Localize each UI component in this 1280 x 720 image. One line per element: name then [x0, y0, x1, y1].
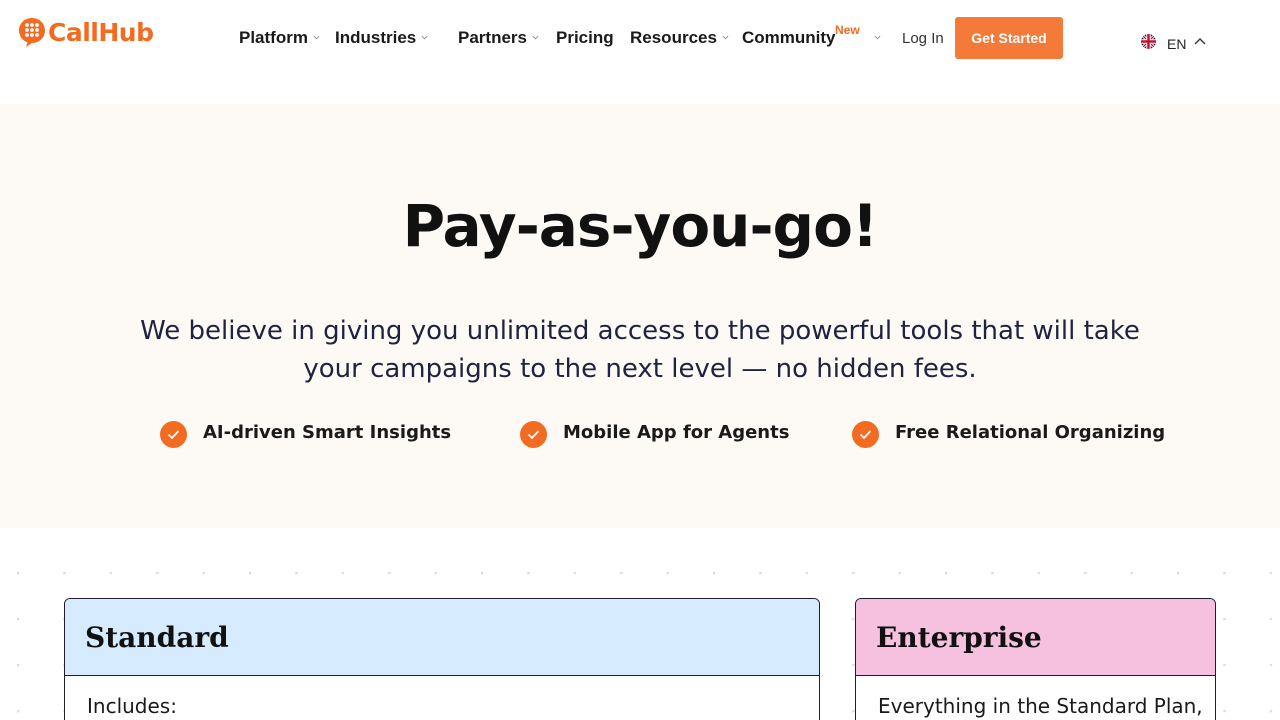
chevron-down-icon [421, 35, 428, 39]
chevron-down-icon [313, 35, 320, 39]
nav-label: Community [742, 28, 836, 47]
callhub-logo-icon [19, 18, 45, 47]
nav-label: Platform [239, 28, 308, 47]
feature-item: AI-driven Smart Insights [160, 417, 451, 448]
nav-resources[interactable]: Resources [630, 28, 729, 48]
chevron-down-icon [874, 35, 880, 39]
nav-label: Resources [630, 28, 717, 47]
new-badge: New [835, 23, 860, 37]
feature-item: Mobile App for Agents [520, 417, 789, 448]
callhub-logo[interactable]: CallHub [18, 17, 154, 48]
check-icon [160, 421, 187, 448]
nav-platform[interactable]: Platform [239, 28, 320, 48]
plan-description: Includes: [87, 694, 177, 718]
check-icon [520, 421, 547, 448]
nav-community[interactable]: Community New [742, 23, 881, 48]
page-title: Pay-as-you-go! [402, 192, 879, 260]
plan-card-enterprise: Enterprise Everything in the Standard Pl… [855, 598, 1216, 720]
language-selector[interactable]: EN [1141, 31, 1206, 52]
check-icon [852, 421, 879, 448]
feature-item: Free Relational Organizing [852, 417, 1165, 448]
feature-label: Free Relational Organizing [895, 422, 1166, 443]
pricing-hero: Pay-as-you-go! We believe in giving you … [0, 104, 1280, 528]
nav-partners[interactable]: Partners [458, 28, 539, 48]
language-code: EN [1167, 36, 1187, 52]
brand-name: CallHub [48, 18, 154, 47]
nav-industries[interactable]: Industries [335, 28, 428, 48]
login-link[interactable]: Log In [902, 30, 944, 47]
nav-label: Pricing [556, 28, 614, 47]
site-header: CallHub Platform Industries Partners Pri… [0, 0, 1280, 104]
feature-label: Mobile App for Agents [563, 422, 790, 443]
plan-card-header: Enterprise [856, 599, 1215, 676]
nav-pricing[interactable]: Pricing [556, 28, 614, 48]
chevron-down-icon [722, 35, 729, 39]
plan-card-standard: Standard Includes: [64, 598, 820, 720]
hero-subtitle: We believe in giving you unlimited acces… [140, 316, 1140, 384]
chevron-down-icon [532, 35, 539, 39]
uk-flag-icon [1141, 34, 1156, 49]
plan-card-header: Standard [65, 599, 819, 676]
plan-name: Enterprise [876, 620, 1042, 654]
plan-description: Everything in the Standard Plan, [878, 694, 1203, 718]
nav-label: Partners [458, 28, 527, 47]
nav-label: Industries [335, 28, 417, 47]
chevron-up-icon [1194, 37, 1206, 44]
plan-name: Standard [85, 620, 229, 654]
feature-label: AI-driven Smart Insights [203, 422, 452, 443]
get-started-button[interactable]: Get Started [955, 17, 1063, 59]
